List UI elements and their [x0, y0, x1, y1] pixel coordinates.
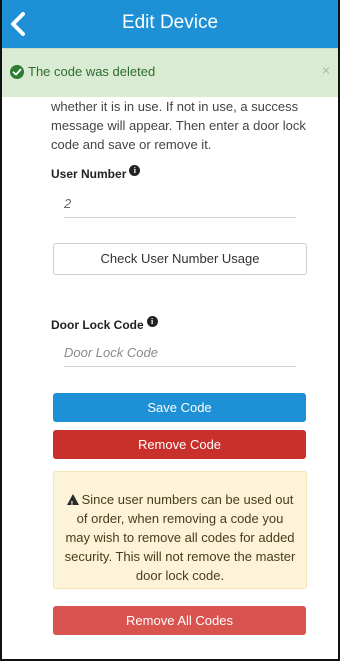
user-number-label-text: User Number [51, 167, 127, 181]
page-title: Edit Device [121, 12, 219, 33]
screen: Edit Device The code was deleted × wheth… [0, 0, 340, 661]
door-lock-code-field[interactable] [64, 345, 296, 367]
app-header: Edit Device [2, 0, 338, 48]
close-icon[interactable]: × [322, 62, 330, 78]
warning-text: Since user numbers can be used out of or… [64, 492, 296, 583]
info-icon[interactable]: i [129, 165, 141, 176]
check-circle-icon [10, 65, 24, 79]
door-lock-code-label-text: Door Lock Code [51, 318, 144, 332]
remove-code-button[interactable]: Remove Code [53, 430, 306, 459]
door-lock-code-input[interactable] [64, 345, 296, 360]
info-icon[interactable]: i [146, 316, 158, 327]
user-number-field[interactable] [64, 196, 296, 218]
warning-text-block: Since user numbers can be used out of or… [64, 490, 296, 585]
warning-icon [66, 494, 79, 514]
instructions-text: whether it is in use. If not in use, a s… [51, 99, 306, 152]
remove-all-codes-button[interactable]: Remove All Codes [53, 606, 306, 635]
door-lock-code-label: Door Lock Code i [51, 316, 158, 332]
user-number-label: User Number i [51, 165, 141, 181]
user-number-input[interactable] [64, 196, 296, 211]
alert-message: The code was deleted [28, 64, 156, 79]
success-alert: The code was deleted × [2, 48, 338, 97]
warning-alert: Since user numbers can be used out of or… [53, 471, 307, 589]
save-code-button[interactable]: Save Code [53, 393, 306, 422]
check-usage-button[interactable]: Check User Number Usage [53, 243, 307, 275]
